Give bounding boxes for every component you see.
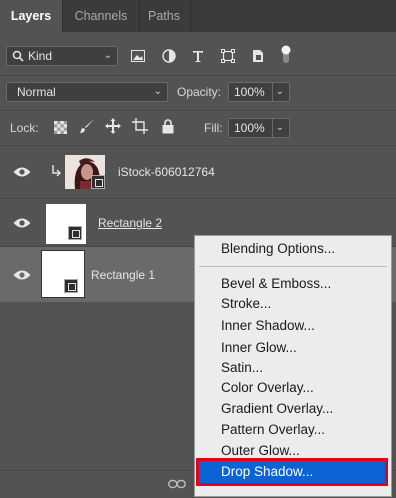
layer-name[interactable]: Rectangle 2 xyxy=(98,216,162,230)
field-divider xyxy=(272,118,273,138)
link-layers-icon[interactable] xyxy=(168,477,186,491)
menu-item-satin[interactable]: Satin... xyxy=(221,360,263,375)
menu-item-blending-options[interactable]: Blending Options... xyxy=(221,241,335,256)
eye-visibility-icon[interactable] xyxy=(13,269,31,281)
menu-item-inner-shadow[interactable]: Inner Shadow... xyxy=(221,318,315,333)
menu-separator xyxy=(199,266,387,267)
smart-object-badge-icon xyxy=(91,175,105,189)
menu-item-drop-shadow-label: Drop Shadow... xyxy=(221,464,314,479)
divider xyxy=(0,75,396,76)
layer-style-context-menu: Blending Options... Bevel & Emboss... St… xyxy=(194,235,392,497)
opacity-value: 100% xyxy=(234,85,265,99)
lock-image-pixels-brush-icon[interactable] xyxy=(78,117,96,135)
opacity-label: Opacity: xyxy=(177,85,222,99)
menu-item-inner-glow[interactable]: Inner Glow... xyxy=(221,340,297,355)
menu-item-color-overlay[interactable]: Color Overlay... xyxy=(221,380,314,395)
layer-thumbnail-shape xyxy=(41,250,85,298)
menu-item-gradient-overlay[interactable]: Gradient Overlay... xyxy=(221,401,333,416)
lock-artboard-icon[interactable] xyxy=(131,117,149,135)
field-divider xyxy=(272,82,273,102)
fill-field[interactable]: 100% ⌄ xyxy=(228,118,290,138)
chevron-down-icon: ⌄ xyxy=(275,122,284,133)
blend-mode-select[interactable]: Normal ⌄ xyxy=(6,82,168,102)
filter-kind-label: Kind xyxy=(28,49,53,63)
layer-row[interactable]: iStock-606012764 xyxy=(0,146,396,199)
chevron-down-icon: ⌄ xyxy=(153,86,162,97)
tab-layers[interactable]: Layers xyxy=(0,0,62,32)
chevron-down-icon: ⌄ xyxy=(103,50,112,61)
divider xyxy=(0,110,396,111)
lock-all-icon[interactable] xyxy=(160,117,176,135)
shape-layer-filter-icon[interactable] xyxy=(220,48,236,64)
lock-position-move-icon[interactable] xyxy=(104,117,122,135)
filter-kind-select[interactable]: Kind ⌄ xyxy=(6,46,118,66)
shape-layer-badge-icon xyxy=(64,279,78,293)
tab-paths[interactable]: Paths xyxy=(138,0,191,32)
lock-transparent-pixels-icon[interactable] xyxy=(52,119,68,135)
pixel-layer-filter-icon[interactable] xyxy=(130,48,146,64)
blend-mode-value: Normal xyxy=(17,85,56,99)
chevron-down-icon: ⌄ xyxy=(275,86,284,97)
filter-toggle-icon[interactable] xyxy=(279,44,293,66)
lock-label: Lock: xyxy=(10,121,39,135)
smart-object-filter-icon[interactable] xyxy=(250,48,266,64)
opacity-field[interactable]: 100% ⌄ xyxy=(228,82,290,102)
shape-layer-badge-icon xyxy=(68,226,82,240)
layer-thumbnail-shape xyxy=(46,204,86,244)
eye-visibility-icon[interactable] xyxy=(13,217,31,229)
layer-thumbnail-photo xyxy=(65,155,105,189)
adjustment-layer-filter-icon[interactable] xyxy=(161,48,177,64)
panel-tab-bar: Layers Channels Paths xyxy=(0,0,396,32)
type-layer-filter-icon[interactable] xyxy=(190,48,206,64)
eye-visibility-icon[interactable] xyxy=(13,166,31,178)
clipping-mask-arrow-icon xyxy=(50,164,62,178)
tab-channels[interactable]: Channels xyxy=(62,0,140,32)
menu-item-outer-glow[interactable]: Outer Glow... xyxy=(221,443,300,458)
layer-name[interactable]: iStock-606012764 xyxy=(118,165,215,179)
menu-item-pattern-overlay[interactable]: Pattern Overlay... xyxy=(221,422,325,437)
menu-item-drop-shadow-highlighted[interactable]: Drop Shadow... xyxy=(199,461,385,483)
fill-value: 100% xyxy=(234,121,265,135)
fill-label: Fill: xyxy=(204,121,223,135)
menu-item-bevel-emboss[interactable]: Bevel & Emboss... xyxy=(221,276,331,291)
layer-name[interactable]: Rectangle 1 xyxy=(91,268,155,282)
search-icon xyxy=(11,49,25,63)
menu-item-stroke[interactable]: Stroke... xyxy=(221,296,271,311)
